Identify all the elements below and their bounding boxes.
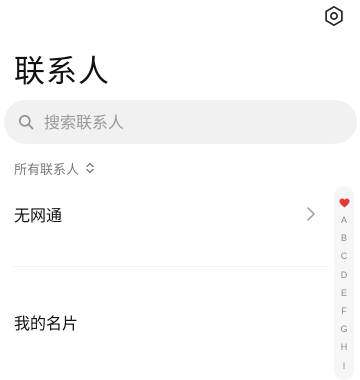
search-input[interactable] xyxy=(44,112,304,132)
alpha-index-letter[interactable]: H xyxy=(334,338,354,356)
page-title: 联系人 xyxy=(14,54,110,90)
search-bar[interactable] xyxy=(4,100,357,144)
alpha-index-letter[interactable]: B xyxy=(334,229,354,247)
favorites-index-item[interactable] xyxy=(339,195,350,211)
settings-hexagon-icon xyxy=(325,6,343,26)
search-icon xyxy=(19,115,34,130)
settings-button[interactable] xyxy=(322,4,346,28)
alpha-index-letter[interactable]: A xyxy=(334,211,354,229)
alpha-index-letter[interactable]: E xyxy=(334,284,354,302)
section-divider xyxy=(14,266,330,267)
contact-filter-dropdown[interactable]: 所有联系人 xyxy=(14,158,95,178)
alphabet-index[interactable]: A B C D E F G H I xyxy=(334,186,354,380)
my-card-label: 我的名片 xyxy=(14,314,79,333)
chevron-right-icon xyxy=(307,207,315,221)
alpha-index-letter[interactable]: G xyxy=(334,320,354,338)
alpha-index-letter[interactable]: D xyxy=(334,266,354,284)
my-card-row[interactable]: 我的名片 xyxy=(0,302,330,342)
filter-label: 所有联系人 xyxy=(14,162,80,178)
alpha-index-letter[interactable]: I xyxy=(334,357,354,375)
contact-name: 无网通 xyxy=(14,206,63,225)
alpha-index-letter[interactable]: F xyxy=(334,302,354,320)
heart-icon xyxy=(339,198,349,208)
sort-updown-icon xyxy=(86,162,94,174)
alpha-index-letter[interactable]: C xyxy=(334,247,354,265)
contact-row[interactable]: 无网通 xyxy=(0,194,330,234)
